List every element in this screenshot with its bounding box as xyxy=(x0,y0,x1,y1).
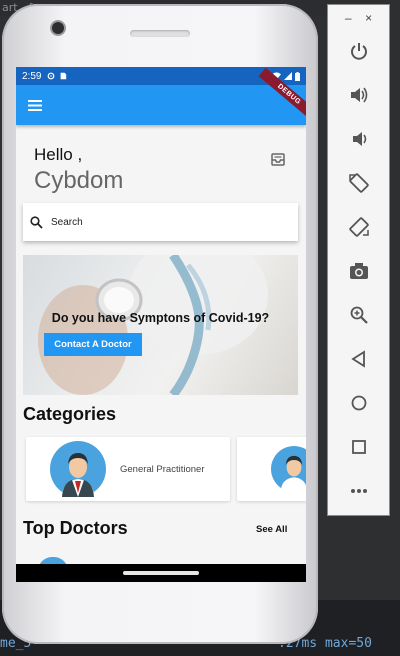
covid-banner: Do you have Symptons of Covid-19? Contac… xyxy=(23,255,298,395)
doctor-avatar-partial xyxy=(38,557,68,564)
search-icon xyxy=(30,215,43,229)
app-screen: 2:59 DEBUG Hello , Cybdom Search Do you … xyxy=(16,67,306,564)
desktop: { "ide": { "title_fragment": "art - f", … xyxy=(0,0,400,656)
search-input[interactable]: Search xyxy=(51,217,83,228)
app-bar: DEBUG xyxy=(16,67,306,125)
top-doctors-title: Top Doctors xyxy=(23,518,128,538)
zoom-icon[interactable] xyxy=(346,302,372,328)
volume-down-icon[interactable] xyxy=(346,126,372,152)
inbox-icon[interactable] xyxy=(271,153,285,166)
banner-title: Do you have Symptons of Covid-19? xyxy=(51,311,270,325)
battery-icon xyxy=(295,71,300,81)
status-time: 2:59 xyxy=(22,70,42,82)
doctor-avatar-icon xyxy=(271,446,306,492)
home-gesture-pill[interactable] xyxy=(123,571,199,575)
doctor-avatar-icon xyxy=(50,441,106,497)
power-icon[interactable] xyxy=(346,38,372,64)
front-camera xyxy=(52,22,64,34)
close-button[interactable]: × xyxy=(365,11,372,25)
volume-up-icon[interactable] xyxy=(346,82,372,108)
contact-doctor-button[interactable]: Contact A Doctor xyxy=(44,333,142,356)
emulator-toolbar: – × xyxy=(327,4,390,516)
category-label: General Practitioner xyxy=(120,463,205,475)
greeting-hello: Hello , xyxy=(34,145,83,164)
signal-icon xyxy=(284,72,292,80)
category-card-general-practitioner[interactable]: General Practitioner xyxy=(26,437,230,501)
camera-icon[interactable] xyxy=(346,258,372,284)
doctor-stethoscope-image xyxy=(38,255,268,395)
categories-title: Categories xyxy=(23,404,117,424)
category-card-second[interactable] xyxy=(237,437,306,501)
sim-card-icon xyxy=(61,72,67,80)
settings-status-icon xyxy=(48,72,55,80)
rotate-left-icon[interactable] xyxy=(346,170,372,196)
more-icon[interactable] xyxy=(346,478,372,504)
minimize-button[interactable]: – xyxy=(345,11,352,25)
emulator-window-controls: – × xyxy=(328,5,389,31)
earpiece-speaker xyxy=(130,30,190,37)
back-icon[interactable] xyxy=(346,346,372,372)
user-name: Cybdom xyxy=(34,167,124,194)
greeting-block: Hello , Cybdom xyxy=(34,145,123,195)
rotate-right-icon[interactable] xyxy=(346,214,372,240)
see-all-link[interactable]: See All xyxy=(256,524,287,535)
overview-icon[interactable] xyxy=(346,434,372,460)
phone-frame: 2:59 DEBUG Hello , Cybdom Search Do you … xyxy=(2,4,318,644)
search-bar[interactable]: Search xyxy=(23,203,298,241)
home-icon[interactable] xyxy=(346,390,372,416)
nav-bar xyxy=(16,564,306,582)
menu-icon[interactable] xyxy=(28,99,42,111)
